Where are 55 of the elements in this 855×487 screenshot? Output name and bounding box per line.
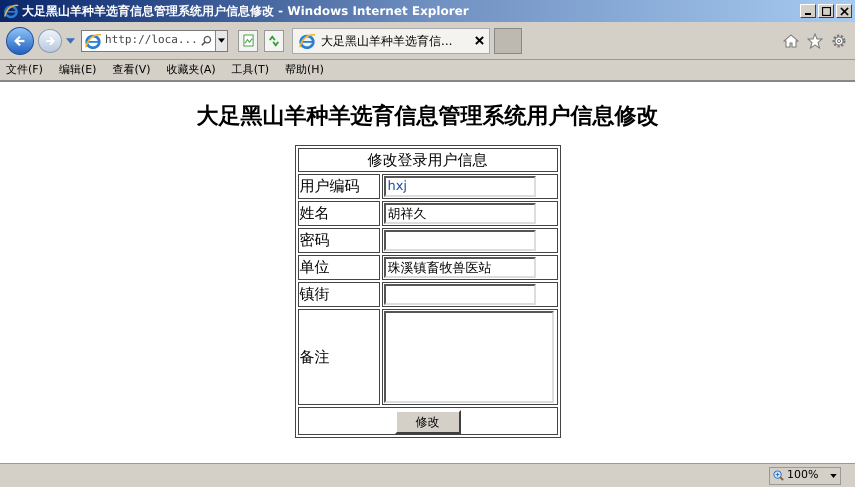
field-label: 镇街 [298,282,380,307]
forward-arrow-icon [44,34,56,46]
field-label: 备注 [298,309,380,405]
compatibility-button[interactable] [238,30,258,52]
dropdown-icon[interactable] [66,38,75,44]
field-label: 密码 [298,228,380,253]
input-field[interactable] [384,284,536,305]
refresh-button[interactable] [264,30,284,52]
menu-item[interactable]: 收藏夹(A) [166,62,216,78]
field-label: 姓名 [298,201,380,226]
maximize-icon [822,6,830,16]
menu-item[interactable]: 编辑(E) [58,62,96,78]
input-field[interactable]: 珠溪镇畜牧兽医站 [384,257,536,278]
caret-icon [218,38,225,43]
close-icon[interactable] [475,36,484,45]
window-title: 大足黑山羊种羊选育信息管理系统用户信息修改 - Windows Internet Explorer [22,3,469,20]
menu-item[interactable]: 工具(T) [232,62,269,78]
address-bar[interactable]: http://loca... [81,30,228,52]
refresh-icon [268,34,280,46]
browser-tab[interactable]: 大足黑山羊种羊选育信... [292,28,490,54]
field-label: 单位 [298,255,380,280]
address-text: http://loca... [105,32,198,48]
submit-button[interactable]: 修改 [394,410,460,434]
browser-logo-icon [84,32,102,50]
home-icon[interactable] [783,32,799,48]
maximize-button[interactable] [818,4,834,18]
close-icon [840,6,848,16]
input-field[interactable] [384,311,554,403]
page-heading: 大足黑山羊种羊选育信息管理系统用户信息修改 [196,102,658,131]
forward-button[interactable] [38,28,62,52]
close-button[interactable] [836,4,852,18]
caret-icon [830,474,837,478]
page-icon [242,34,254,47]
menu-item[interactable]: 查看(V) [112,62,151,78]
settings-icon[interactable] [831,32,847,48]
input-field[interactable] [384,230,536,251]
input-field[interactable]: hxj [384,176,536,197]
tab-title: 大足黑山羊种羊选育信... [321,32,452,50]
minimize-button[interactable] [800,4,816,18]
zoom-control[interactable]: 100% [769,466,841,484]
minimize-icon [805,12,811,14]
search-icon[interactable] [200,34,212,47]
field-label: 用户编码 [298,174,380,199]
input-field[interactable]: 胡祥久 [384,203,536,224]
browser-logo-icon [298,32,316,50]
back-arrow-icon [13,34,27,48]
menu-item[interactable]: 帮助(H) [285,62,324,78]
menu-item[interactable]: 文件(F) [6,62,43,78]
browser-logo-icon [3,3,19,19]
form-caption: 修改登录用户信息 [298,148,558,172]
star-icon[interactable] [807,32,823,48]
address-dropdown-button[interactable] [214,30,227,50]
back-button[interactable] [6,26,34,54]
zoom-icon [773,470,784,481]
zoom-level: 100% [787,467,818,484]
